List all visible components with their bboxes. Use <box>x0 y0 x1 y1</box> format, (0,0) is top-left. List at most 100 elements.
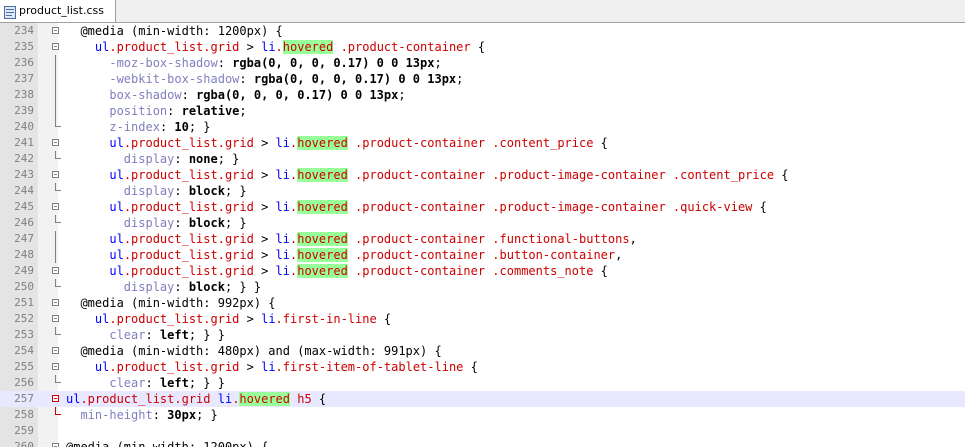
code-token: block <box>188 184 225 198</box>
code-token: .product_list.grid <box>109 40 240 54</box>
code-token: @media (min-width: 1200px) { <box>66 24 283 38</box>
code-token: { <box>774 168 789 182</box>
fold-toggle-icon[interactable] <box>52 299 59 306</box>
code-line[interactable]: 257 ul.product_list.grid li.hovered h5 { <box>0 391 965 407</box>
code-line[interactable]: 251 @media (min-width: 992px) { <box>0 295 965 311</box>
code-line[interactable]: 242 display: none; } <box>0 151 965 167</box>
code-token: > <box>239 360 262 374</box>
code-token: li <box>261 40 276 54</box>
code-line[interactable]: 250 display: block; } } <box>0 279 965 295</box>
code-text: @media (min-width: 1200px) { <box>66 439 268 447</box>
code-line[interactable]: 244 display: block; } <box>0 183 965 199</box>
code-token: ul <box>109 248 124 262</box>
code-line[interactable]: 235 ul.product_list.grid > li.hovered .p… <box>0 39 965 55</box>
code-line[interactable]: 260 @media (min-width: 1200px) { <box>0 439 965 447</box>
code-token: li <box>275 168 290 182</box>
fold-toggle-icon[interactable] <box>52 267 59 274</box>
code-line[interactable]: 253 clear: left; } } <box>0 327 965 343</box>
code-line[interactable]: 259 <box>0 423 965 439</box>
code-line[interactable]: 238 box-shadow: rgba(0, 0, 0, 0.17) 0 0 … <box>0 87 965 103</box>
fold-end-guide <box>55 215 61 223</box>
line-number: 234 <box>14 24 34 37</box>
code-token: , <box>615 248 623 262</box>
code-line[interactable]: 243 ul.product_list.grid > li.hovered .p… <box>0 167 965 183</box>
code-line[interactable]: 236 -moz-box-shadow: rgba(0, 0, 0, 0.17)… <box>0 55 965 71</box>
code-line[interactable]: 248 ul.product_list.grid > li.hovered .p… <box>0 247 965 263</box>
fold-guide <box>55 55 56 71</box>
fold-toggle-icon[interactable] <box>52 347 59 354</box>
line-number: 243 <box>14 168 34 181</box>
code-token: { <box>463 360 478 374</box>
highlighted-match: hovered <box>239 392 290 406</box>
code-text: ul.product_list.grid > li.first-item-of-… <box>66 359 478 375</box>
fold-toggle-icon[interactable] <box>52 43 59 50</box>
code-token: : <box>174 280 189 294</box>
highlighted-match: hovered <box>297 136 348 150</box>
fold-toggle-icon[interactable] <box>52 171 59 178</box>
code-token: .product_list.grid <box>80 392 211 406</box>
code-text: -moz-box-shadow: rgba(0, 0, 0, 0.17) 0 0… <box>66 55 441 71</box>
code-token: : <box>145 376 160 390</box>
code-token: left <box>159 328 189 342</box>
code-line[interactable]: 252 ul.product_list.grid > li.first-in-l… <box>0 311 965 327</box>
highlighted-match: hovered <box>297 200 348 214</box>
tab-product-list-css[interactable]: product_list.css <box>0 0 116 22</box>
code-text: @media (min-width: 480px) and (max-width… <box>66 343 442 359</box>
code-line[interactable]: 245 ul.product_list.grid > li.hovered .p… <box>0 199 965 215</box>
highlighted-match: hovered <box>297 264 348 278</box>
highlighted-match: hovered <box>297 168 348 182</box>
fold-toggle-icon[interactable] <box>52 139 59 146</box>
code-text: position: relative; <box>66 103 246 119</box>
code-token: @media (min-width: 1200px) { <box>66 440 269 447</box>
code-line[interactable]: 234 @media (min-width: 1200px) { <box>0 23 965 39</box>
code-line[interactable]: 255 ul.product_list.grid > li.first-item… <box>0 359 965 375</box>
fold-toggle-icon[interactable] <box>52 27 59 34</box>
fold-toggle-icon[interactable] <box>52 395 59 402</box>
fold-toggle-icon[interactable] <box>52 315 59 322</box>
code-token: display <box>123 216 175 230</box>
code-token: @media (min-width: 480px) and (max-width… <box>66 344 442 358</box>
code-token: .first-in-line <box>275 312 377 326</box>
code-token: > <box>253 264 276 278</box>
code-line[interactable]: 241 ul.product_list.grid > li.hovered .p… <box>0 135 965 151</box>
code-line[interactable]: 246 display: block; } <box>0 215 965 231</box>
line-number: 258 <box>14 408 34 421</box>
code-line[interactable]: 256 clear: left; } } <box>0 375 965 391</box>
code-line[interactable]: 240 z-index: 10; } <box>0 119 965 135</box>
code-editor[interactable]: 234 @media (min-width: 1200px) {235 ul.p… <box>0 23 965 447</box>
code-token: { <box>311 392 327 406</box>
fold-toggle-icon[interactable] <box>52 443 59 447</box>
code-line[interactable]: 258 min-height: 30px; } <box>0 407 965 423</box>
fold-toggle-icon[interactable] <box>52 203 59 210</box>
code-token: block <box>188 280 225 294</box>
fold-end-guide <box>55 183 61 191</box>
code-token: ; } <box>188 120 211 134</box>
code-token: > <box>253 232 276 246</box>
line-number: 253 <box>14 328 34 341</box>
code-token: ul <box>66 392 81 406</box>
fold-toggle-icon[interactable] <box>52 363 59 370</box>
code-token: display <box>123 280 175 294</box>
line-number: 239 <box>14 104 34 117</box>
fold-end-guide <box>55 407 61 415</box>
code-line[interactable]: 239 position: relative; <box>0 103 965 119</box>
code-line[interactable]: 249 ul.product_list.grid > li.hovered .p… <box>0 263 965 279</box>
code-token: .first-item-of-tablet-line <box>275 360 464 374</box>
code-line[interactable]: 247 ul.product_list.grid > li.hovered .p… <box>0 231 965 247</box>
tab-label: product_list.css <box>19 4 104 17</box>
code-token: min-height <box>80 408 153 422</box>
code-line[interactable]: 254 @media (min-width: 480px) and (max-w… <box>0 343 965 359</box>
code-token: li <box>261 360 276 374</box>
code-text: clear: left; } } <box>66 327 225 343</box>
code-line[interactable]: 237 -webkit-box-shadow: rgba(0, 0, 0, 0.… <box>0 71 965 87</box>
code-text: min-height: 30px; } <box>66 407 217 423</box>
code-text: ul.product_list.grid > li.first-in-line … <box>66 311 391 327</box>
code-text: z-index: 10; } <box>66 119 211 135</box>
